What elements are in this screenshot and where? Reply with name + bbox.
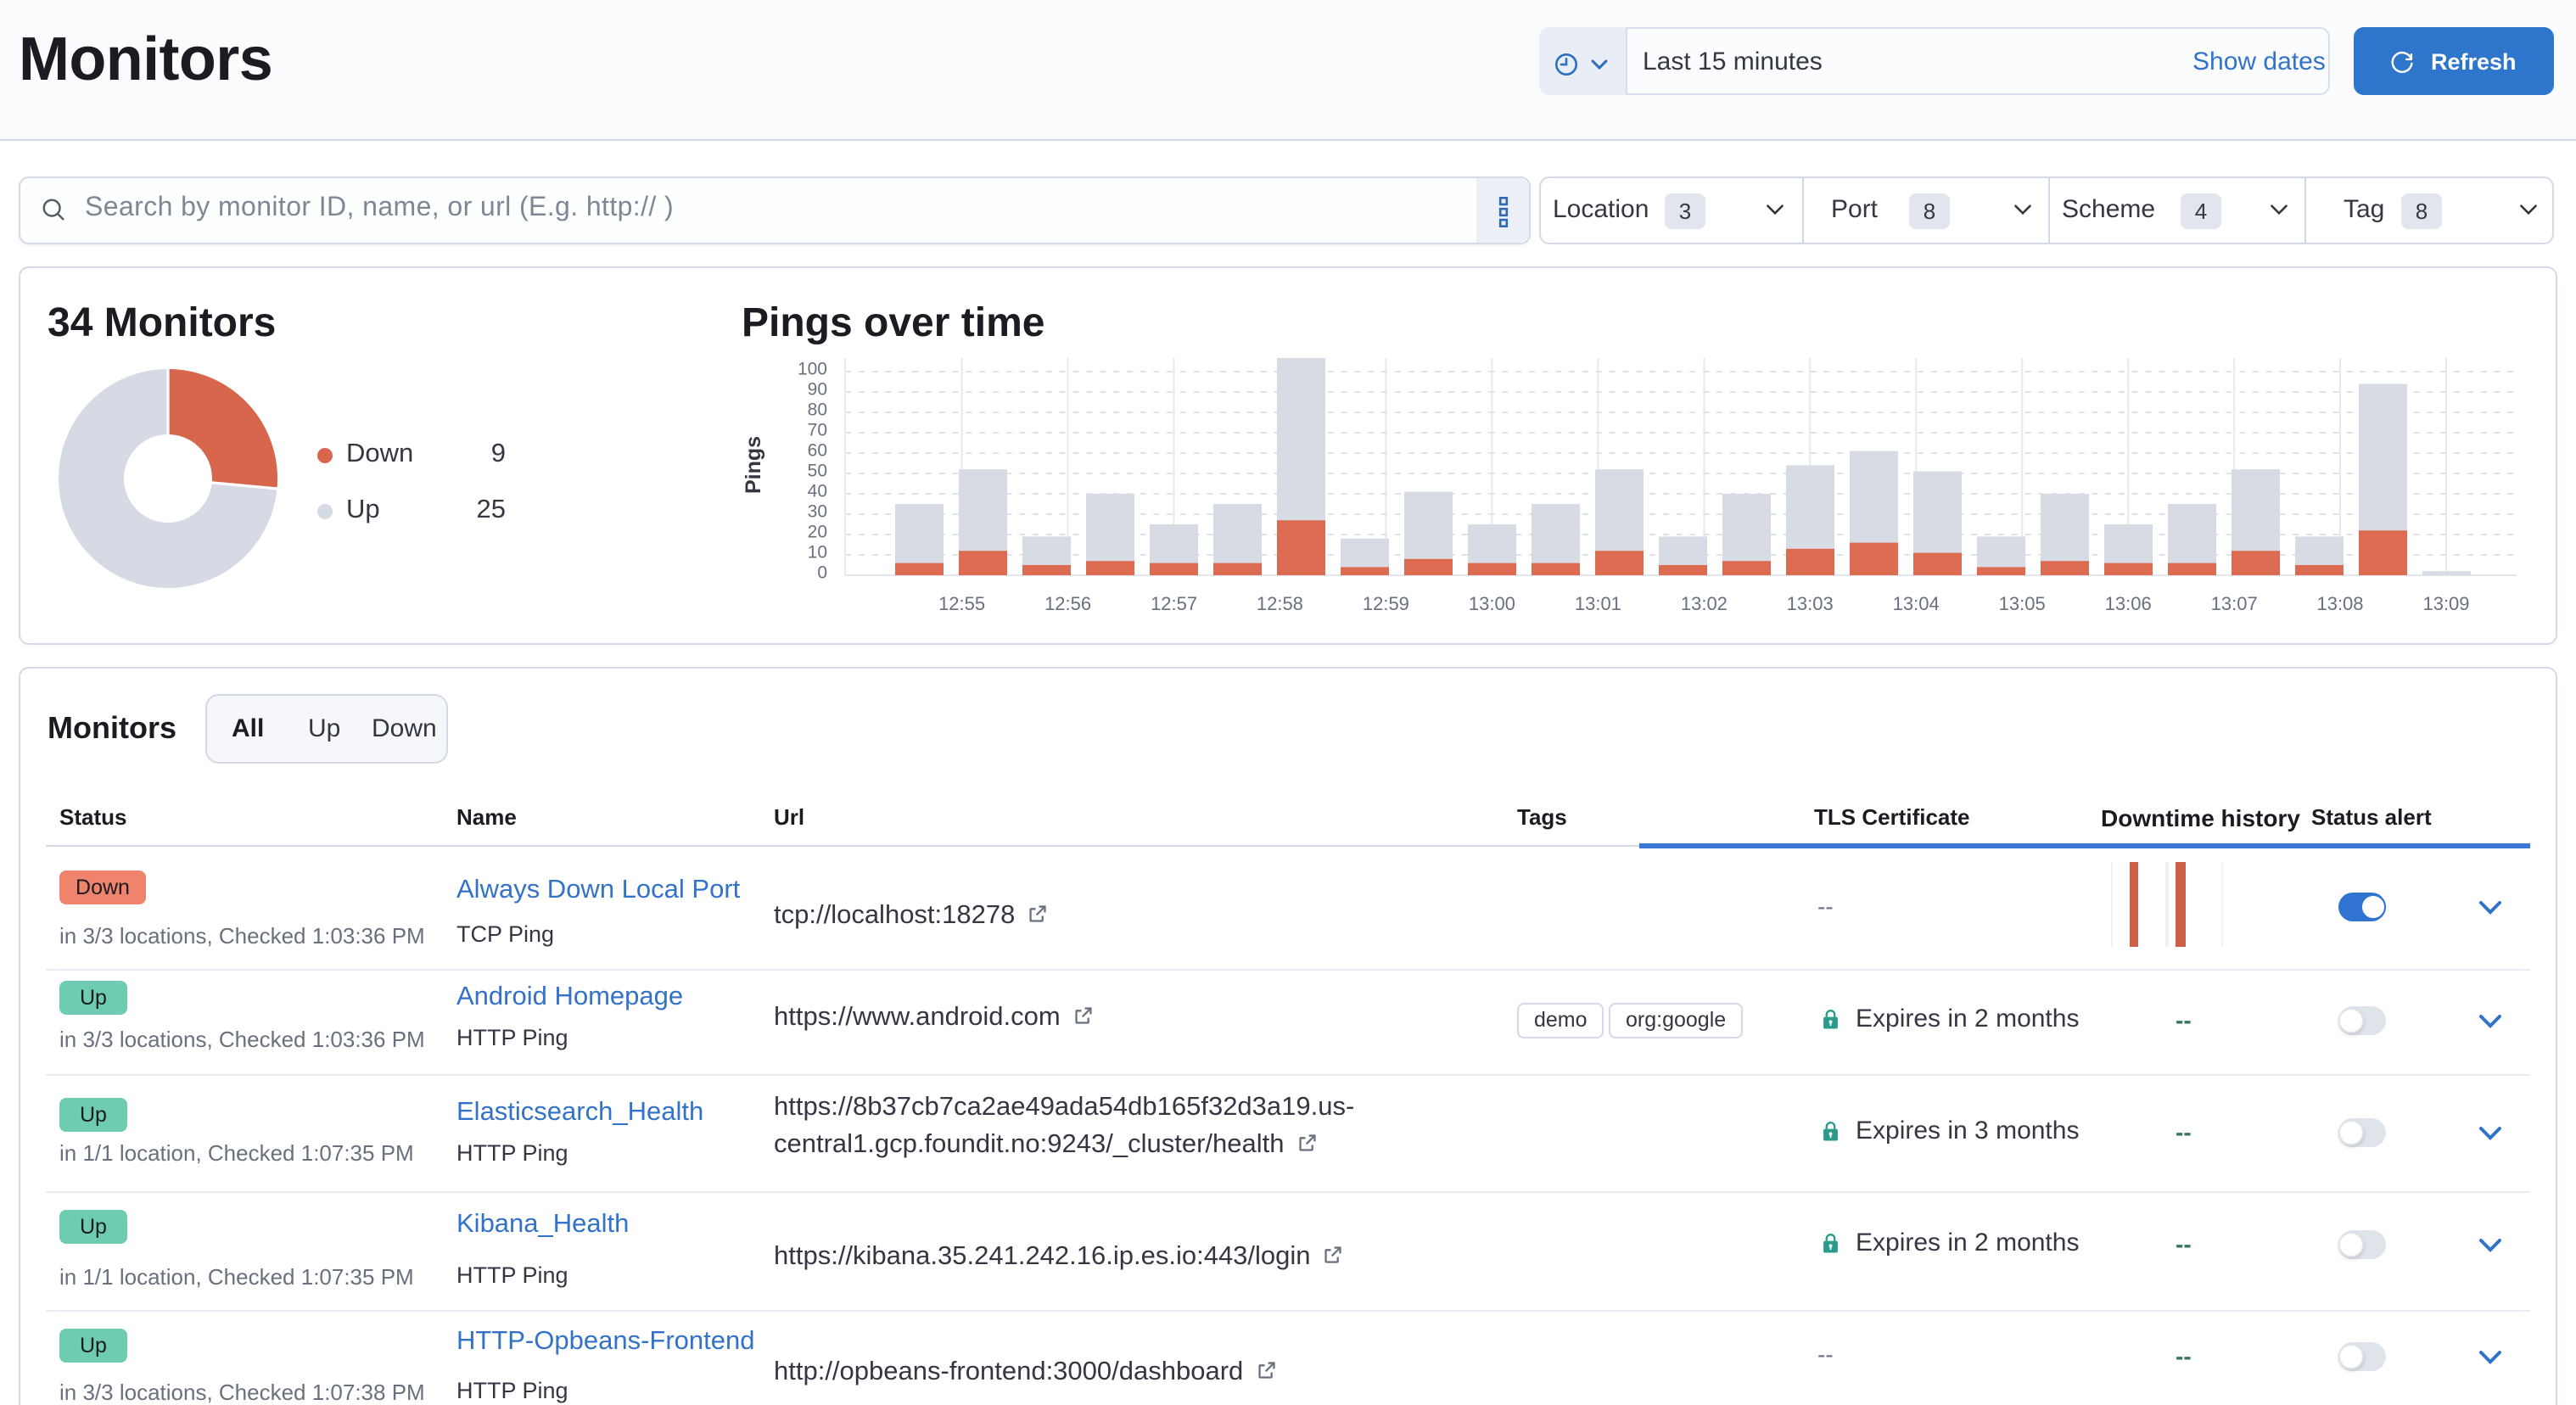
svg-text:13:01: 13:01	[1575, 593, 1621, 614]
svg-text:13:03: 13:03	[1787, 593, 1834, 614]
svg-text:12:59: 12:59	[1363, 593, 1409, 614]
svg-text:0: 0	[817, 563, 827, 582]
svg-text:13:00: 13:00	[1469, 593, 1515, 614]
svg-text:30: 30	[808, 501, 827, 521]
svg-text:13:09: 13:09	[2422, 593, 2469, 614]
svg-text:12:56: 12:56	[1044, 593, 1091, 614]
svg-text:80: 80	[808, 400, 827, 419]
svg-text:12:55: 12:55	[938, 593, 985, 614]
svg-text:70: 70	[808, 420, 827, 439]
svg-text:40: 40	[808, 481, 827, 501]
svg-text:13:08: 13:08	[2316, 593, 2363, 614]
svg-text:10: 10	[808, 542, 827, 562]
svg-text:12:58: 12:58	[1257, 593, 1303, 614]
svg-text:13:04: 13:04	[1893, 593, 1940, 614]
svg-text:60: 60	[808, 440, 827, 460]
svg-text:100: 100	[798, 359, 827, 378]
svg-text:20: 20	[808, 522, 827, 541]
svg-text:12:57: 12:57	[1151, 593, 1197, 614]
svg-text:50: 50	[808, 461, 827, 480]
svg-text:13:02: 13:02	[1681, 593, 1728, 614]
svg-text:13:06: 13:06	[2105, 593, 2152, 614]
svg-text:90: 90	[808, 379, 827, 399]
svg-text:13:05: 13:05	[1999, 593, 2046, 614]
svg-text:13:07: 13:07	[2211, 593, 2258, 614]
